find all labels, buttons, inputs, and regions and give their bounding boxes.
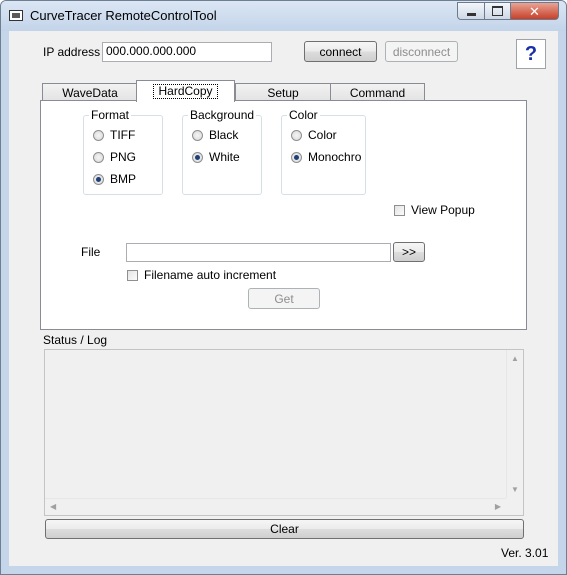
vertical-scrollbar[interactable]: ▲ ▼ <box>506 350 523 498</box>
checkbox-label: Filename auto increment <box>144 268 277 282</box>
tab-label: Command <box>349 85 406 100</box>
tab-label: Setup <box>267 85 299 100</box>
radio-indicator <box>93 129 104 141</box>
minimize-icon <box>466 12 476 16</box>
radio-label: BMP <box>110 172 137 186</box>
maximize-button[interactable] <box>484 2 511 20</box>
title-bar[interactable]: CurveTracer RemoteControlTool ✕ <box>1 1 566 31</box>
client-area: IP address 000.000.000.000 connect disco… <box>9 31 558 566</box>
tab-wavedata[interactable]: WaveData <box>42 83 138 101</box>
radio-indicator <box>291 151 302 163</box>
radio-indicator <box>93 151 104 163</box>
background-group: Background Black White <box>182 108 262 195</box>
connect-button[interactable]: connect <box>304 41 377 62</box>
ip-address-field[interactable]: 000.000.000.000 <box>102 42 272 62</box>
radio-indicator <box>192 151 203 163</box>
format-png-radio[interactable]: PNG <box>93 150 136 164</box>
version-label: Ver. 3.01 <box>501 546 549 560</box>
radio-label: TIFF <box>110 128 136 142</box>
close-button[interactable]: ✕ <box>510 2 559 20</box>
format-tiff-radio[interactable]: TIFF <box>93 128 135 142</box>
tab-command[interactable]: Command <box>330 83 425 101</box>
help-icon: ? <box>524 42 538 65</box>
horizontal-scrollbar[interactable]: ◀ ▶ <box>45 498 506 515</box>
hardcopy-panel: Format TIFF PNG BMP Background Black Whi… <box>40 100 527 330</box>
color-group-title: Color <box>287 108 320 122</box>
checkbox-indicator <box>127 269 138 281</box>
radio-label: Color <box>308 128 337 142</box>
tab-label: HardCopy <box>153 84 218 99</box>
tab-label: WaveData <box>62 85 118 100</box>
color-group: Color Color Monochro <box>281 108 366 195</box>
color-color-radio[interactable]: Color <box>291 128 337 142</box>
ip-address-label: IP address <box>43 45 101 59</box>
background-white-radio[interactable]: White <box>192 150 240 164</box>
scroll-up-icon[interactable]: ▲ <box>511 355 519 363</box>
get-button[interactable]: Get <box>248 288 320 309</box>
minimize-button[interactable] <box>457 2 485 20</box>
view-popup-checkbox[interactable]: View Popup <box>394 203 475 217</box>
file-label: File <box>81 245 101 259</box>
tab-hardcopy[interactable]: HardCopy <box>136 80 235 102</box>
background-group-title: Background <box>188 108 257 122</box>
checkbox-label: View Popup <box>411 203 475 217</box>
browse-button[interactable]: >> <box>393 242 425 262</box>
format-group: Format TIFF PNG BMP <box>83 108 163 195</box>
help-button[interactable]: ? <box>516 39 546 69</box>
radio-selected-dot <box>195 154 200 160</box>
radio-label: Monochro <box>308 150 362 164</box>
app-window: CurveTracer RemoteControlTool ✕ IP addre… <box>0 0 567 575</box>
format-group-title: Format <box>89 108 132 122</box>
window-title: CurveTracer RemoteControlTool <box>30 8 217 23</box>
radio-selected-dot <box>96 176 101 182</box>
scroll-down-icon[interactable]: ▼ <box>511 486 519 494</box>
auto-increment-checkbox[interactable]: Filename auto increment <box>127 268 276 282</box>
color-monochro-radio[interactable]: Monochro <box>291 150 361 164</box>
radio-label: Black <box>209 128 239 142</box>
radio-selected-dot <box>294 154 299 160</box>
radio-label: PNG <box>110 150 137 164</box>
status-log-area[interactable]: ▲ ▼ ◀ ▶ <box>44 349 524 516</box>
disconnect-button[interactable]: disconnect <box>385 41 458 62</box>
checkbox-indicator <box>394 204 405 216</box>
clear-button[interactable]: Clear <box>45 519 524 539</box>
radio-label: White <box>209 150 240 164</box>
radio-indicator <box>192 129 203 141</box>
tab-setup[interactable]: Setup <box>235 83 331 101</box>
file-path-field[interactable] <box>126 243 391 262</box>
background-black-radio[interactable]: Black <box>192 128 238 142</box>
format-bmp-radio[interactable]: BMP <box>93 172 136 186</box>
radio-indicator <box>291 129 302 141</box>
maximize-icon <box>492 6 503 16</box>
radio-indicator <box>93 173 104 185</box>
terminal-icon <box>9 10 23 21</box>
scroll-left-icon[interactable]: ◀ <box>50 503 56 511</box>
close-icon: ✕ <box>529 3 540 19</box>
scroll-right-icon[interactable]: ▶ <box>495 503 501 511</box>
status-log-label: Status / Log <box>43 333 108 347</box>
